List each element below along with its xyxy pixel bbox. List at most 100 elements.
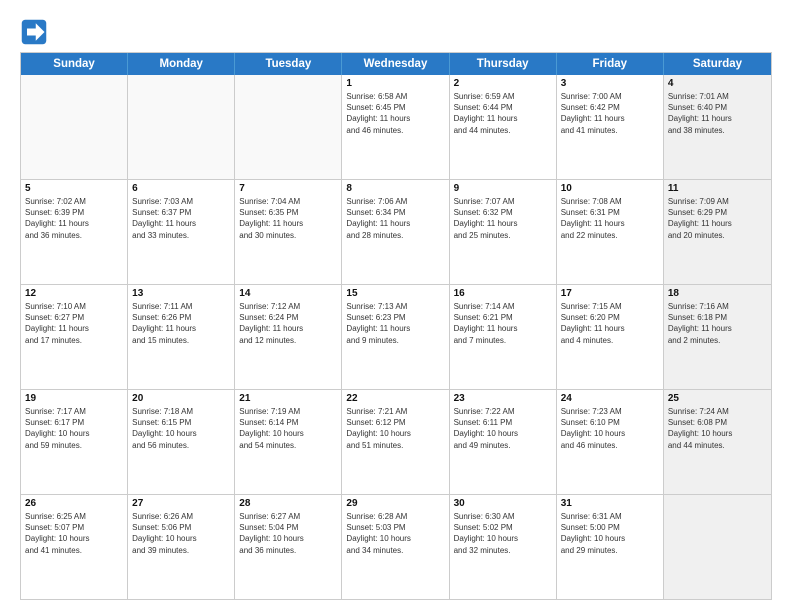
cell-content: Sunrise: 6:30 AM Sunset: 5:02 PM Dayligh… xyxy=(454,511,552,556)
day-number: 2 xyxy=(454,78,552,89)
calendar-cell: 11 Sunrise: 7:09 AM Sunset: 6:29 PM Dayli… xyxy=(664,180,771,284)
day-number: 17 xyxy=(561,288,659,299)
cell-content: Sunrise: 6:59 AM Sunset: 6:44 PM Dayligh… xyxy=(454,91,552,136)
day-number: 25 xyxy=(668,393,767,404)
calendar-cell: 20 Sunrise: 7:18 AM Sunset: 6:15 PM Dayli… xyxy=(128,390,235,494)
calendar-cell: 10 Sunrise: 7:08 AM Sunset: 6:31 PM Dayli… xyxy=(557,180,664,284)
calendar-cell: 14 Sunrise: 7:12 AM Sunset: 6:24 PM Dayli… xyxy=(235,285,342,389)
day-number: 19 xyxy=(25,393,123,404)
calendar-cell: 29 Sunrise: 6:28 AM Sunset: 5:03 PM Dayli… xyxy=(342,495,449,599)
cell-content: Sunrise: 7:13 AM Sunset: 6:23 PM Dayligh… xyxy=(346,301,444,346)
day-number: 24 xyxy=(561,393,659,404)
cell-content: Sunrise: 7:04 AM Sunset: 6:35 PM Dayligh… xyxy=(239,196,337,241)
logo-icon xyxy=(20,18,48,46)
cell-content: Sunrise: 7:12 AM Sunset: 6:24 PM Dayligh… xyxy=(239,301,337,346)
day-number: 7 xyxy=(239,183,337,194)
calendar-cell: 18 Sunrise: 7:16 AM Sunset: 6:18 PM Dayli… xyxy=(664,285,771,389)
calendar-cell: 17 Sunrise: 7:15 AM Sunset: 6:20 PM Dayli… xyxy=(557,285,664,389)
day-number: 8 xyxy=(346,183,444,194)
calendar-row-0: 1 Sunrise: 6:58 AM Sunset: 6:45 PM Daylig… xyxy=(21,75,771,179)
day-number: 9 xyxy=(454,183,552,194)
cell-content: Sunrise: 7:08 AM Sunset: 6:31 PM Dayligh… xyxy=(561,196,659,241)
header-day-monday: Monday xyxy=(128,53,235,75)
calendar-cell: 26 Sunrise: 6:25 AM Sunset: 5:07 PM Dayli… xyxy=(21,495,128,599)
header-day-tuesday: Tuesday xyxy=(235,53,342,75)
calendar-cell: 27 Sunrise: 6:26 AM Sunset: 5:06 PM Dayli… xyxy=(128,495,235,599)
cell-content: Sunrise: 7:22 AM Sunset: 6:11 PM Dayligh… xyxy=(454,406,552,451)
cell-content: Sunrise: 7:17 AM Sunset: 6:17 PM Dayligh… xyxy=(25,406,123,451)
header-day-sunday: Sunday xyxy=(21,53,128,75)
calendar-cell xyxy=(664,495,771,599)
calendar-cell: 13Sunrise: 7:11 AM Sunset: 6:26 PM Dayli… xyxy=(128,285,235,389)
day-number: 12 xyxy=(25,288,123,299)
calendar-row-4: 26 Sunrise: 6:25 AM Sunset: 5:07 PM Dayli… xyxy=(21,494,771,599)
page: SundayMondayTuesdayWednesdayThursdayFrid… xyxy=(0,0,792,612)
day-number: 3 xyxy=(561,78,659,89)
calendar-row-3: 19 Sunrise: 7:17 AM Sunset: 6:17 PM Dayli… xyxy=(21,389,771,494)
cell-content: Sunrise: 7:23 AM Sunset: 6:10 PM Dayligh… xyxy=(561,406,659,451)
calendar-row-2: 12Sunrise: 7:10 AM Sunset: 6:27 PM Dayli… xyxy=(21,284,771,389)
logo xyxy=(20,18,52,46)
day-number: 20 xyxy=(132,393,230,404)
calendar-body: 1 Sunrise: 6:58 AM Sunset: 6:45 PM Daylig… xyxy=(21,75,771,599)
calendar-cell: 6 Sunrise: 7:03 AM Sunset: 6:37 PM Daylig… xyxy=(128,180,235,284)
calendar-cell xyxy=(21,75,128,179)
calendar-cell: 4 Sunrise: 7:01 AM Sunset: 6:40 PM Daylig… xyxy=(664,75,771,179)
day-number: 21 xyxy=(239,393,337,404)
cell-content: Sunrise: 7:11 AM Sunset: 6:26 PM Dayligh… xyxy=(132,301,230,346)
header-day-wednesday: Wednesday xyxy=(342,53,449,75)
day-number: 18 xyxy=(668,288,767,299)
header-day-saturday: Saturday xyxy=(664,53,771,75)
day-number: 26 xyxy=(25,498,123,509)
day-number: 16 xyxy=(454,288,552,299)
day-number: 29 xyxy=(346,498,444,509)
day-number: 27 xyxy=(132,498,230,509)
cell-content: Sunrise: 6:28 AM Sunset: 5:03 PM Dayligh… xyxy=(346,511,444,556)
calendar-cell: 8 Sunrise: 7:06 AM Sunset: 6:34 PM Daylig… xyxy=(342,180,449,284)
cell-content: Sunrise: 7:09 AM Sunset: 6:29 PM Dayligh… xyxy=(668,196,767,241)
cell-content: Sunrise: 6:58 AM Sunset: 6:45 PM Dayligh… xyxy=(346,91,444,136)
calendar-cell: 2 Sunrise: 6:59 AM Sunset: 6:44 PM Daylig… xyxy=(450,75,557,179)
day-number: 23 xyxy=(454,393,552,404)
day-number: 31 xyxy=(561,498,659,509)
day-number: 14 xyxy=(239,288,337,299)
cell-content: Sunrise: 7:00 AM Sunset: 6:42 PM Dayligh… xyxy=(561,91,659,136)
calendar-cell: 3 Sunrise: 7:00 AM Sunset: 6:42 PM Daylig… xyxy=(557,75,664,179)
cell-content: Sunrise: 7:07 AM Sunset: 6:32 PM Dayligh… xyxy=(454,196,552,241)
calendar-cell: 15Sunrise: 7:13 AM Sunset: 6:23 PM Dayli… xyxy=(342,285,449,389)
calendar: SundayMondayTuesdayWednesdayThursdayFrid… xyxy=(20,52,772,600)
day-number: 30 xyxy=(454,498,552,509)
day-number: 6 xyxy=(132,183,230,194)
day-number: 4 xyxy=(668,78,767,89)
calendar-cell: 12Sunrise: 7:10 AM Sunset: 6:27 PM Dayli… xyxy=(21,285,128,389)
calendar-cell: 31 Sunrise: 6:31 AM Sunset: 5:00 PM Dayli… xyxy=(557,495,664,599)
cell-content: Sunrise: 7:14 AM Sunset: 6:21 PM Dayligh… xyxy=(454,301,552,346)
cell-content: Sunrise: 7:19 AM Sunset: 6:14 PM Dayligh… xyxy=(239,406,337,451)
cell-content: Sunrise: 7:15 AM Sunset: 6:20 PM Dayligh… xyxy=(561,301,659,346)
day-number: 10 xyxy=(561,183,659,194)
day-number: 5 xyxy=(25,183,123,194)
calendar-cell: 24 Sunrise: 7:23 AM Sunset: 6:10 PM Dayli… xyxy=(557,390,664,494)
cell-content: Sunrise: 7:24 AM Sunset: 6:08 PM Dayligh… xyxy=(668,406,767,451)
calendar-header: SundayMondayTuesdayWednesdayThursdayFrid… xyxy=(21,53,771,75)
header xyxy=(20,18,772,46)
calendar-cell: 16 Sunrise: 7:14 AM Sunset: 6:21 PM Dayli… xyxy=(450,285,557,389)
calendar-cell: 28Sunrise: 6:27 AM Sunset: 5:04 PM Dayli… xyxy=(235,495,342,599)
cell-content: Sunrise: 7:02 AM Sunset: 6:39 PM Dayligh… xyxy=(25,196,123,241)
cell-content: Sunrise: 7:03 AM Sunset: 6:37 PM Dayligh… xyxy=(132,196,230,241)
calendar-cell: 7 Sunrise: 7:04 AM Sunset: 6:35 PM Daylig… xyxy=(235,180,342,284)
cell-content: Sunrise: 7:01 AM Sunset: 6:40 PM Dayligh… xyxy=(668,91,767,136)
cell-content: Sunrise: 7:06 AM Sunset: 6:34 PM Dayligh… xyxy=(346,196,444,241)
header-day-thursday: Thursday xyxy=(450,53,557,75)
calendar-cell: 9 Sunrise: 7:07 AM Sunset: 6:32 PM Daylig… xyxy=(450,180,557,284)
day-number: 28 xyxy=(239,498,337,509)
cell-content: Sunrise: 7:18 AM Sunset: 6:15 PM Dayligh… xyxy=(132,406,230,451)
cell-content: Sunrise: 6:26 AM Sunset: 5:06 PM Dayligh… xyxy=(132,511,230,556)
calendar-row-1: 5 Sunrise: 7:02 AM Sunset: 6:39 PM Daylig… xyxy=(21,179,771,284)
cell-content: Sunrise: 7:16 AM Sunset: 6:18 PM Dayligh… xyxy=(668,301,767,346)
cell-content: Sunrise: 6:31 AM Sunset: 5:00 PM Dayligh… xyxy=(561,511,659,556)
day-number: 1 xyxy=(346,78,444,89)
header-day-friday: Friday xyxy=(557,53,664,75)
cell-content: Sunrise: 6:25 AM Sunset: 5:07 PM Dayligh… xyxy=(25,511,123,556)
day-number: 11 xyxy=(668,183,767,194)
